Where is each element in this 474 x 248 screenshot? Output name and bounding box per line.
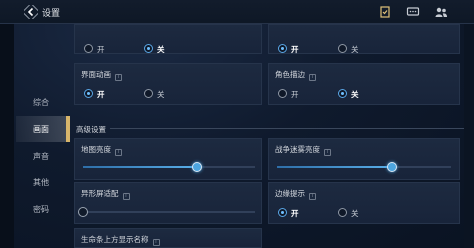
top-bar: 设置 <box>0 0 474 24</box>
slider-thumb[interactable] <box>78 207 88 217</box>
info-icon[interactable]: i <box>115 149 122 156</box>
option-off-label: 关 <box>351 90 359 99</box>
sidebar-item-other[interactable]: 其他 <box>16 169 66 195</box>
notch-adapt-slider[interactable] <box>78 207 255 217</box>
setting-fog-brightness: 战争迷雾亮度 i <box>268 138 460 180</box>
setting-map-brightness: 地图亮度 i <box>74 138 262 180</box>
info-icon[interactable]: i <box>309 193 316 200</box>
fog-brightness-slider[interactable] <box>277 162 451 172</box>
radio-on[interactable] <box>84 89 93 98</box>
setting-label: 边缘提示 <box>275 189 305 198</box>
radio-off[interactable] <box>144 44 153 53</box>
option-on-label: 开 <box>97 45 105 54</box>
slider-fill <box>83 166 197 168</box>
sidebar-item-password[interactable]: 密码 <box>16 196 66 222</box>
section-title-advanced: 高级设置 <box>76 125 106 134</box>
setting-name-above-health: 生命条上方显示名称 i <box>74 228 262 248</box>
radio-on[interactable] <box>278 208 287 217</box>
slider-thumb[interactable] <box>386 162 397 172</box>
radio-off[interactable] <box>338 208 347 217</box>
setting-label: 地图亮度 <box>81 145 111 154</box>
radio-on[interactable] <box>278 44 287 53</box>
sidebar-item-graphics[interactable]: 画面 <box>16 116 70 142</box>
option-off-label: 关 <box>157 45 165 54</box>
info-icon[interactable]: i <box>115 74 122 81</box>
option-on-label: 开 <box>291 90 299 99</box>
setting-label: 角色描边 <box>275 70 305 79</box>
setting-edge-hint: 边缘提示 i 开 关 <box>268 182 460 224</box>
setting-notch-adapt: 异形屏适配 i <box>74 182 262 224</box>
right-edge <box>464 24 474 248</box>
info-icon[interactable]: i <box>152 239 160 246</box>
setting-label: 生命条上方显示名称 <box>81 235 149 244</box>
setting-character-stroke: 角色描边 i 开 关 <box>268 63 460 105</box>
radio-on[interactable] <box>278 89 287 98</box>
section-divider <box>110 128 464 129</box>
radio-off[interactable] <box>338 44 347 53</box>
setting-label: 界面动画 <box>81 70 111 79</box>
sidebar-item-general[interactable]: 综合 <box>16 89 66 115</box>
left-edge <box>0 24 14 248</box>
checklist-icon[interactable] <box>378 5 392 19</box>
back-arrow-icon[interactable] <box>24 5 38 19</box>
info-icon[interactable]: i <box>324 149 331 156</box>
info-icon[interactable]: i <box>309 74 316 81</box>
map-brightness-slider[interactable] <box>83 162 255 172</box>
setting-label: 战争迷雾亮度 <box>275 145 320 154</box>
slider-fill <box>277 166 392 168</box>
sidebar-item-label: 密码 <box>33 204 49 214</box>
option-off-label: 关 <box>351 45 359 54</box>
option-off-label: 关 <box>157 90 165 99</box>
option-on-label: 开 <box>97 90 105 99</box>
radio-off[interactable] <box>144 89 153 98</box>
sidebar-item-label: 画面 <box>33 124 49 134</box>
slider-thumb[interactable] <box>191 162 202 172</box>
radio-on[interactable] <box>84 44 93 53</box>
setting-label: 异形屏适配 <box>81 189 119 198</box>
page-title: 设置 <box>42 9 61 19</box>
sidebar-item-label: 声音 <box>33 151 49 161</box>
info-icon[interactable]: i <box>122 193 130 200</box>
chat-icon[interactable] <box>406 5 420 19</box>
option-on-label: 开 <box>291 45 299 54</box>
setting-ui-animation: 界面动画 i 开 关 <box>74 63 262 105</box>
option-off-label: 关 <box>351 209 359 218</box>
radio-off[interactable] <box>338 89 347 98</box>
sidebar-item-label: 其他 <box>33 177 49 187</box>
partial-setting-right: 开 关 <box>268 24 460 54</box>
sidebar-item-sound[interactable]: 声音 <box>16 143 66 169</box>
sidebar-item-label: 综合 <box>33 97 49 107</box>
partial-setting-left: 开 关 <box>74 24 262 54</box>
option-on-label: 开 <box>291 209 299 218</box>
friends-icon[interactable] <box>434 5 448 19</box>
